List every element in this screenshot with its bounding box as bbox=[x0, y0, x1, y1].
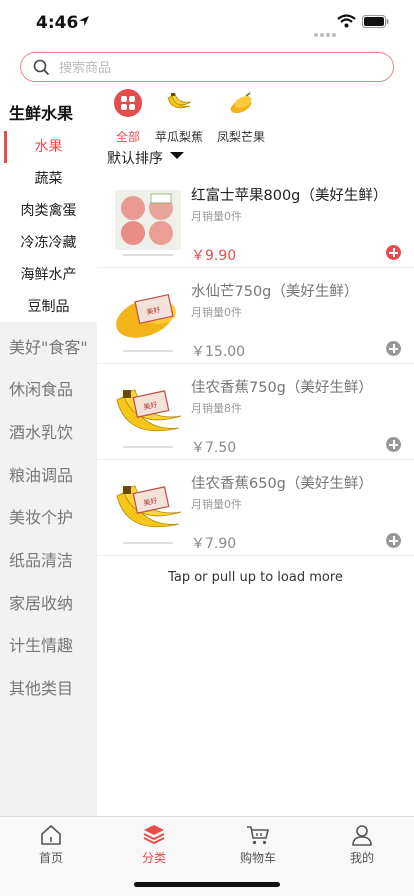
home-indicator[interactable] bbox=[134, 882, 280, 887]
category-item-other[interactable]: 其他类目 bbox=[9, 675, 73, 699]
chevron-down-icon[interactable] bbox=[170, 152, 184, 159]
product-name: 水仙芒750g（美好生鲜） bbox=[191, 284, 359, 300]
home-icon bbox=[41, 825, 61, 845]
top-category-label: 凤梨芒果 bbox=[216, 130, 265, 144]
product-price: ￥7.90 bbox=[191, 536, 237, 552]
category-item-grain-oil[interactable]: 粮油调品 bbox=[9, 462, 73, 486]
product-price: ￥7.50 bbox=[191, 440, 237, 456]
tab-label: 我的 bbox=[349, 851, 374, 865]
top-category-label: 苹瓜梨蕉 bbox=[154, 130, 203, 144]
product-area: 全部 苹瓜梨蕉 凤梨芒果 默认排序 红富士苹果800g（美好生鲜） 月销量0件 … bbox=[97, 84, 414, 816]
subcategory-item-fruit[interactable]: 水果 bbox=[0, 131, 97, 163]
layers-icon bbox=[143, 825, 165, 845]
wifi-icon bbox=[337, 14, 356, 28]
apple-pack-image bbox=[115, 190, 181, 256]
subcategory-item-vegetables[interactable]: 蔬菜 bbox=[0, 163, 97, 195]
battery-icon bbox=[362, 15, 389, 28]
tab-category[interactable]: 分类 bbox=[124, 823, 184, 866]
product-item[interactable]: 红富士苹果800g（美好生鲜） 月销量0件 ￥9.90 bbox=[97, 172, 414, 268]
add-to-cart-icon[interactable] bbox=[386, 245, 401, 260]
subcategory-item-meat-eggs[interactable]: 肉类禽蛋 bbox=[0, 195, 97, 227]
product-item[interactable]: 美好 水仙芒750g（美好生鲜） 月销量0件 ￥15.00 bbox=[97, 268, 414, 364]
signal-icon bbox=[314, 22, 338, 41]
status-time: 4:46 bbox=[36, 13, 79, 33]
mango-icon bbox=[230, 92, 252, 114]
product-price: ￥15.00 bbox=[191, 344, 246, 360]
tab-label: 分类 bbox=[141, 851, 166, 865]
tab-bar: 首页 分类 购物车 我的 bbox=[0, 816, 414, 896]
search-icon bbox=[33, 59, 50, 76]
sort-dropdown[interactable]: 默认排序 bbox=[107, 148, 163, 168]
product-name: 佳农香蕉650g（美好生鲜） bbox=[191, 476, 373, 492]
tab-label: 购物车 bbox=[239, 851, 276, 865]
category-item-snacks[interactable]: 休闲食品 bbox=[9, 376, 73, 400]
category-item-beauty[interactable]: 美妆个护 bbox=[9, 504, 73, 528]
search-input[interactable] bbox=[59, 57, 379, 79]
add-to-cart-icon[interactable] bbox=[386, 437, 401, 452]
banana-image: 美好 bbox=[116, 389, 182, 448]
category-item-paper[interactable]: 纸品清洁 bbox=[9, 547, 73, 571]
banana-image: 美好 bbox=[116, 485, 182, 544]
category-item-drinks[interactable]: 酒水乳饮 bbox=[9, 419, 73, 443]
product-item[interactable]: 美好 佳农香蕉750g（美好生鲜） 月销量8件 ￥7.50 bbox=[97, 364, 414, 460]
mango-image: 美好 bbox=[116, 293, 176, 352]
search-bar[interactable] bbox=[20, 52, 394, 82]
subcategory-panel: 生鲜水果 水果 蔬菜 肉类禽蛋 冷冻冷藏 海鲜水产 豆制品 bbox=[0, 90, 97, 322]
cart-icon bbox=[247, 826, 269, 845]
category-item-home[interactable]: 家居收纳 bbox=[9, 590, 73, 614]
product-sales: 月销量0件 bbox=[191, 498, 242, 511]
category-item-adult[interactable]: 计生情趣 bbox=[9, 632, 73, 656]
product-sales: 月销量0件 bbox=[191, 210, 242, 223]
product-name: 红富士苹果800g（美好生鲜） bbox=[191, 188, 388, 204]
load-more-text[interactable]: Tap or pull up to load more bbox=[97, 570, 414, 585]
top-category-apple-banana[interactable]: 苹瓜梨蕉 bbox=[148, 88, 210, 145]
category-item-gourmet[interactable]: 美好"食客" bbox=[9, 334, 88, 358]
top-category-pineapple-mango[interactable]: 凤梨芒果 bbox=[210, 88, 272, 145]
tab-label: 首页 bbox=[38, 851, 63, 865]
product-item[interactable]: 美好 佳农香蕉650g（美好生鲜） 月销量0件 ￥7.90 bbox=[97, 460, 414, 556]
add-to-cart-icon[interactable] bbox=[386, 533, 401, 548]
status-bar: 4:46 bbox=[0, 0, 414, 46]
subcategory-item-frozen[interactable]: 冷冻冷藏 bbox=[0, 227, 97, 259]
product-sales: 月销量8件 bbox=[191, 402, 242, 415]
banana-icon bbox=[167, 93, 192, 109]
subcategory-item-seafood[interactable]: 海鲜水产 bbox=[0, 259, 97, 291]
product-price: ￥9.90 bbox=[191, 248, 237, 264]
grid-icon bbox=[114, 89, 142, 117]
product-name: 佳农香蕉750g（美好生鲜） bbox=[191, 380, 373, 396]
category-sidebar: 生鲜水果 水果 蔬菜 肉类禽蛋 冷冻冷藏 海鲜水产 豆制品 美好"食客" 休闲食… bbox=[0, 90, 97, 816]
tab-cart[interactable]: 购物车 bbox=[228, 823, 288, 866]
location-arrow-icon bbox=[79, 16, 89, 26]
subcategory-item-tofu[interactable]: 豆制品 bbox=[0, 291, 97, 323]
user-icon bbox=[352, 825, 372, 846]
tab-mine[interactable]: 我的 bbox=[332, 823, 392, 866]
product-sales: 月销量0件 bbox=[191, 306, 242, 319]
add-to-cart-icon[interactable] bbox=[386, 341, 401, 356]
tab-home[interactable]: 首页 bbox=[21, 823, 81, 866]
sidebar-heading: 生鲜水果 bbox=[9, 104, 74, 123]
